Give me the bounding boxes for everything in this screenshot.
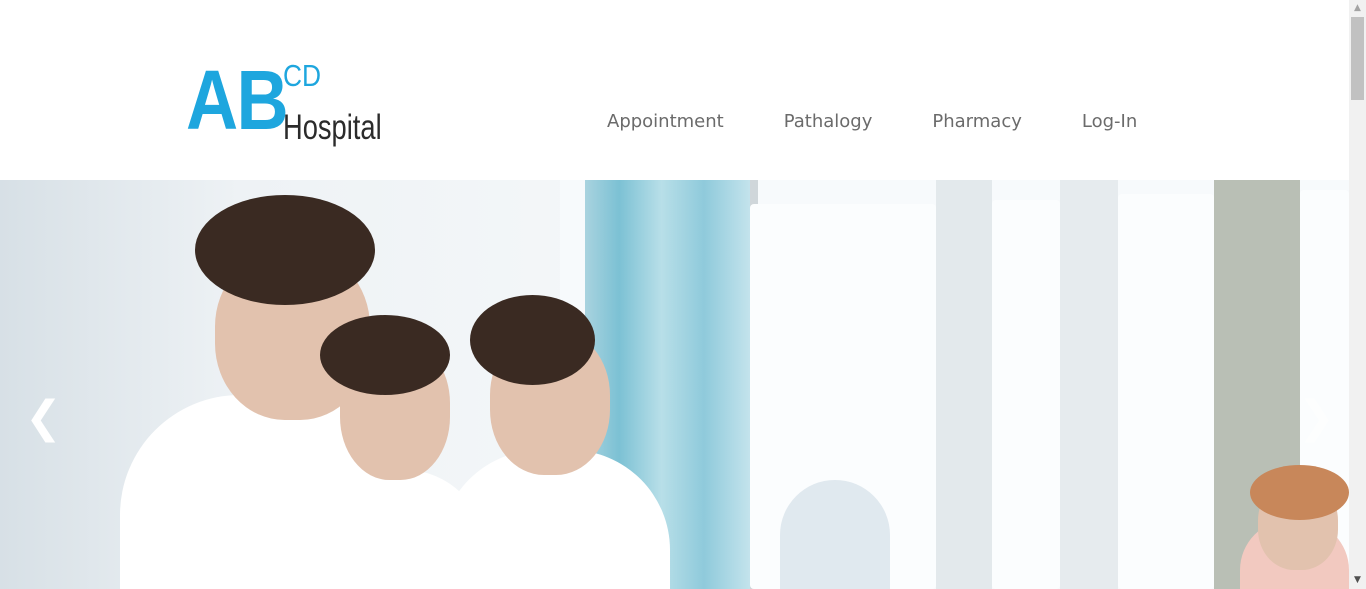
scroll-up-icon[interactable]: ▲ — [1349, 0, 1366, 17]
scrollbar-thumb[interactable] — [1351, 17, 1364, 100]
hospital-logo[interactable]: AB CD Hospital — [186, 58, 386, 153]
logo-cd-text: CD — [283, 58, 322, 93]
nav-pathalogy-link[interactable]: Pathalogy — [784, 110, 873, 134]
photo-doctor-hair — [195, 195, 375, 305]
photo-pane — [1118, 194, 1214, 589]
photo-patient-hair — [1250, 465, 1349, 520]
photo-dome — [780, 480, 890, 589]
nav-pharmacy-link[interactable]: Pharmacy — [932, 110, 1022, 134]
photo-mullion — [936, 180, 992, 589]
nav-login-link[interactable]: Log-In — [1082, 110, 1137, 134]
photo-mullion — [1060, 180, 1118, 589]
site-header: AB CD Hospital Appointment Pathalogy Pha… — [0, 0, 1349, 180]
photo-nurse-hair — [320, 315, 450, 395]
photo-nurse2-hair — [470, 295, 595, 385]
nav-appointment-link[interactable]: Appointment — [607, 110, 724, 134]
photo-pane — [992, 200, 1060, 589]
main-nav: Appointment Pathalogy Pharmacy Log-In — [607, 110, 1137, 134]
carousel-next-arrow-icon[interactable]: ❯ — [1298, 393, 1335, 443]
scroll-down-icon[interactable]: ▼ — [1349, 572, 1366, 589]
page-scrollbar[interactable]: ▲ ▼ — [1349, 0, 1366, 589]
logo-ab-text: AB — [186, 53, 289, 147]
carousel-prev-arrow-icon[interactable]: ❮ — [25, 393, 62, 443]
logo-hospital-text: Hospital — [283, 108, 382, 147]
hero-carousel: ❮ ❯ — [0, 180, 1349, 589]
